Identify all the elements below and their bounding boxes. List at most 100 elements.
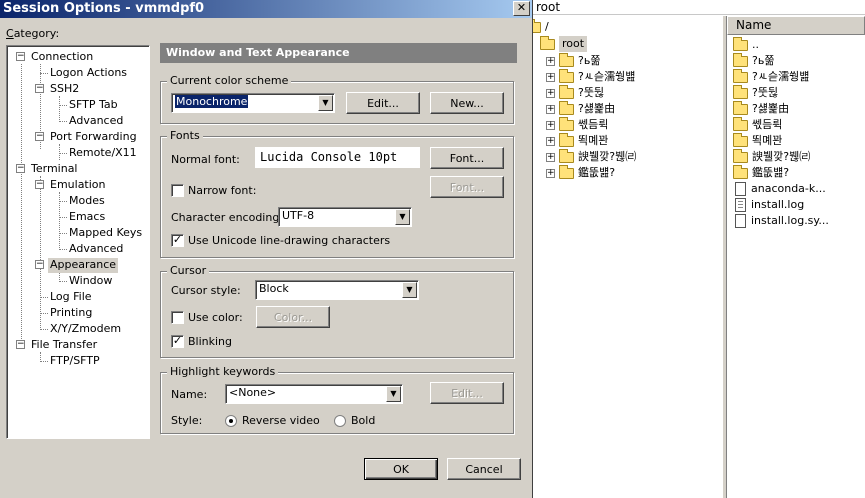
expand-icon[interactable]: + <box>546 136 555 146</box>
category-emulation-advanced[interactable]: Advanced <box>67 242 125 257</box>
highlight-edit-button[interactable]: Edit... <box>430 382 504 404</box>
tree-item[interactable]: + ?뚯뒪 <box>546 84 604 101</box>
path-bar[interactable]: root <box>532 0 865 15</box>
list-item[interactable]: ?ㅻ슫濡쒕뱶 <box>733 68 809 85</box>
category-printing[interactable]: Printing <box>48 306 94 321</box>
cursor-color-button[interactable]: Color... <box>256 306 330 328</box>
tree-item[interactable]: + 쎇듬뤽 <box>546 116 608 133</box>
list-item[interactable]: anaconda-k... <box>735 181 826 197</box>
chevron-down-icon[interactable]: ▼ <box>395 209 410 225</box>
category-tree[interactable]: − Connection Logon Actions − SSH2 SFTP T… <box>6 45 150 439</box>
ok-button[interactable]: OK <box>364 458 438 480</box>
narrow-font-button[interactable]: Font... <box>430 176 504 198</box>
use-color-checkbox[interactable] <box>171 311 184 324</box>
chevron-down-icon[interactable]: ▼ <box>402 282 417 298</box>
collapse-icon[interactable]: − <box>16 340 25 349</box>
category-modes[interactable]: Modes <box>67 194 107 209</box>
list-item[interactable]: 뙥몌꽌 <box>733 132 782 149</box>
cancel-button[interactable]: Cancel <box>447 458 521 480</box>
tree-item[interactable]: + 鑑뚮뱶? <box>546 164 615 181</box>
folder-tree[interactable]: / root + ?ь쭒 + ?ㅻ슫濡쒕뱶 + ?뚯뒪 + ?섏뾽由 + 쎇듬뤽… <box>526 16 722 498</box>
expand-icon[interactable]: + <box>546 88 555 98</box>
category-file-transfer[interactable]: File Transfer <box>29 338 99 353</box>
folder-icon <box>733 116 748 131</box>
reverse-video-radio[interactable] <box>225 415 237 427</box>
category-port-forwarding[interactable]: Port Forwarding <box>48 130 139 145</box>
collapse-icon[interactable]: − <box>16 164 25 173</box>
category-window[interactable]: Window <box>67 274 114 289</box>
panel-title: Window and Text Appearance <box>160 43 517 63</box>
tree-item[interactable]: + 諛뷀깢?붾㈃ <box>546 148 636 165</box>
expand-icon[interactable]: + <box>546 56 555 66</box>
list-item[interactable]: ?ь쭒 <box>733 52 774 69</box>
expand-icon[interactable]: + <box>546 120 555 130</box>
tree-item[interactable]: + ?ㅻ슫濡쒕뱶 <box>546 68 635 85</box>
collapse-icon[interactable]: − <box>35 84 44 93</box>
list-item[interactable]: 쎇듬뤽 <box>733 116 782 133</box>
unicode-line-drawing-label[interactable]: Use Unicode line-drawing characters <box>188 234 390 248</box>
list-item[interactable]: 諛뷀깢?붾㈃ <box>733 148 810 165</box>
encoding-select[interactable]: UTF-8 ▼ <box>278 207 412 227</box>
list-item[interactable]: install.log.sy... <box>735 213 829 229</box>
file-icon <box>735 182 746 196</box>
category-connection[interactable]: Connection <box>29 50 95 65</box>
bold-label[interactable]: Bold <box>351 414 375 428</box>
chevron-down-icon[interactable]: ▼ <box>386 386 401 402</box>
category-sftp-tab[interactable]: SFTP Tab <box>67 98 120 113</box>
folder-open-icon <box>540 35 555 50</box>
category-terminal[interactable]: Terminal <box>29 162 80 177</box>
collapse-icon[interactable]: − <box>35 180 44 189</box>
color-scheme-select[interactable]: Monochrome ▼ <box>171 93 335 113</box>
narrow-font-checkbox[interactable] <box>171 184 184 197</box>
folder-icon <box>733 164 748 179</box>
category-log-file[interactable]: Log File <box>48 290 94 305</box>
category-ssh2-advanced[interactable]: Advanced <box>67 114 125 129</box>
category-appearance[interactable]: Appearance <box>48 258 119 273</box>
tree-item[interactable]: + ?섏뾽由 <box>546 100 615 117</box>
list-item[interactable]: install.log <box>735 197 804 213</box>
list-item[interactable]: .. <box>733 36 759 53</box>
category-ftp-sftp[interactable]: FTP/SFTP <box>48 354 102 369</box>
category-remote-x11[interactable]: Remote/X11 <box>67 146 139 161</box>
list-item[interactable]: ?뚯뒪 <box>733 84 778 101</box>
expand-icon[interactable]: + <box>546 152 555 162</box>
category-emacs[interactable]: Emacs <box>67 210 107 225</box>
tree-item-root[interactable]: root <box>540 35 588 52</box>
close-icon[interactable]: ✕ <box>513 1 530 16</box>
blinking-label[interactable]: Blinking <box>188 335 232 349</box>
category-ssh2[interactable]: SSH2 <box>48 82 81 97</box>
expand-icon[interactable]: + <box>546 168 555 178</box>
unicode-line-drawing-checkbox[interactable]: ✓ <box>171 234 184 247</box>
category-emulation[interactable]: Emulation <box>48 178 108 193</box>
folder-icon <box>733 148 748 163</box>
cursor-style-select[interactable]: Block ▼ <box>255 280 419 300</box>
title-bar[interactable]: Session Options - vmmdpf0 ✕ <box>0 0 532 18</box>
tree-item-slash[interactable]: / <box>526 18 549 35</box>
category-mapped-keys[interactable]: Mapped Keys <box>67 226 144 241</box>
category-xyzmodem[interactable]: X/Y/Zmodem <box>48 322 123 337</box>
folder-icon <box>733 52 748 67</box>
tree-item[interactable]: + ?ь쭒 <box>546 52 600 69</box>
category-logon-actions[interactable]: Logon Actions <box>48 66 129 81</box>
expand-icon[interactable]: + <box>546 72 555 82</box>
use-color-label[interactable]: Use color: <box>188 311 243 325</box>
tree-item[interactable]: + 뙥몌꽌 <box>546 132 608 149</box>
list-item[interactable]: 鑑뚮뱶? <box>733 164 789 181</box>
new-scheme-button[interactable]: New... <box>430 92 504 114</box>
expand-icon[interactable]: + <box>546 104 555 114</box>
reverse-video-label[interactable]: Reverse video <box>242 414 320 428</box>
collapse-icon[interactable]: − <box>35 132 44 141</box>
list-item[interactable]: ?섏뾽由 <box>733 100 789 117</box>
blinking-checkbox[interactable]: ✓ <box>171 335 184 348</box>
highlight-name-select[interactable]: <None> ▼ <box>225 384 403 404</box>
collapse-icon[interactable]: − <box>16 52 25 61</box>
file-list[interactable]: Name .. ?ь쭒 ?ㅻ슫濡쒕뱶 ?뚯뒪 ?섏뾽由 쎇듬뤽 뙥몌꽌 諛뷀깢?… <box>727 16 865 498</box>
column-header-name[interactable]: Name <box>727 16 865 35</box>
collapse-icon[interactable]: − <box>35 260 44 269</box>
bold-radio[interactable] <box>334 415 346 427</box>
normal-font-button[interactable]: Font... <box>430 147 504 169</box>
edit-scheme-button[interactable]: Edit... <box>346 92 420 114</box>
narrow-font-label[interactable]: Narrow font: <box>188 184 256 198</box>
normal-font-label: Normal font: <box>171 153 240 166</box>
chevron-down-icon[interactable]: ▼ <box>318 95 333 111</box>
